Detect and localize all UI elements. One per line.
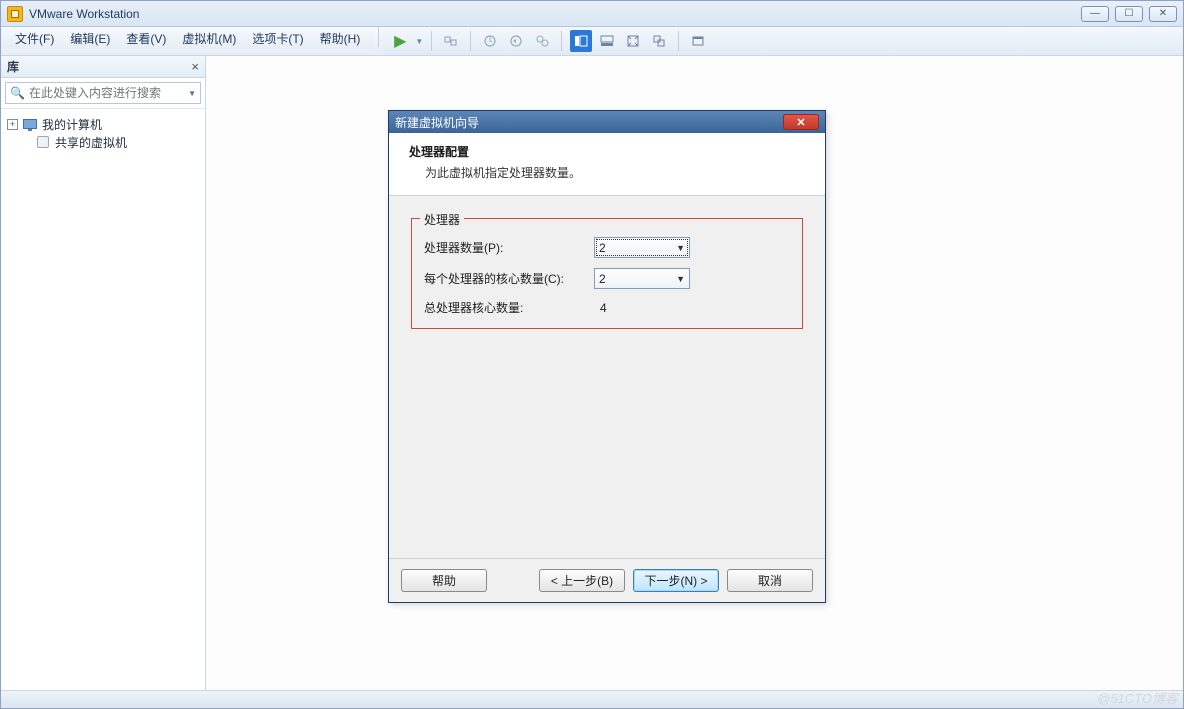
back-button[interactable]: < 上一步(B) bbox=[539, 569, 625, 592]
computer-icon bbox=[22, 118, 38, 130]
library-title: 库 bbox=[7, 58, 19, 75]
row-cores-per-processor: 每个处理器的核心数量(C): 2 ▼ bbox=[424, 268, 790, 289]
search-input[interactable] bbox=[29, 86, 184, 100]
power-on-icon[interactable]: ▶ bbox=[389, 30, 411, 52]
dialog-close-button[interactable]: ✕ bbox=[783, 114, 819, 130]
dialog-title: 新建虚拟机向导 bbox=[395, 114, 479, 131]
status-bar bbox=[1, 690, 1183, 708]
menu-vm[interactable]: 虚拟机(M) bbox=[174, 28, 244, 49]
dialog-footer: 帮助 < 上一步(B) 下一步(N) > 取消 bbox=[389, 558, 825, 602]
tree-label: 共享的虚拟机 bbox=[55, 134, 127, 151]
search-icon: 🔍 bbox=[10, 86, 25, 100]
next-button[interactable]: 下一步(N) > bbox=[633, 569, 719, 592]
menu-tabs[interactable]: 选项卡(T) bbox=[244, 28, 311, 49]
dialog-title-bar: 新建虚拟机向导 ✕ bbox=[389, 111, 825, 133]
menu-file[interactable]: 文件(F) bbox=[7, 28, 62, 49]
menu-help[interactable]: 帮助(H) bbox=[312, 28, 369, 49]
shared-vm-icon bbox=[35, 136, 51, 148]
power-dropdown-icon[interactable]: ▼ bbox=[415, 37, 423, 46]
row-total-cores: 总处理器核心数量: 4 bbox=[424, 299, 790, 316]
processor-count-select[interactable]: 2 ▼ bbox=[594, 237, 690, 258]
help-button[interactable]: 帮助 bbox=[401, 569, 487, 592]
dialog-header-title: 处理器配置 bbox=[409, 143, 809, 160]
processor-count-value: 2 bbox=[599, 241, 676, 255]
console-view-icon[interactable] bbox=[687, 30, 709, 52]
title-bar: VMware Workstation — ☐ ✕ bbox=[1, 1, 1183, 27]
search-dropdown-icon[interactable]: ▼ bbox=[188, 89, 196, 98]
snapshot-manager-icon[interactable] bbox=[531, 30, 553, 52]
expand-icon[interactable]: + bbox=[7, 119, 18, 130]
snapshot-take-icon[interactable] bbox=[479, 30, 501, 52]
library-header: 库 × bbox=[1, 56, 205, 78]
dialog-header-subtitle: 为此虚拟机指定处理器数量。 bbox=[409, 164, 809, 181]
view-thumbnail-bottom-icon[interactable] bbox=[596, 30, 618, 52]
tree-node-my-computer[interactable]: + 我的计算机 bbox=[5, 115, 201, 133]
cores-per-processor-value: 2 bbox=[599, 272, 676, 286]
chevron-down-icon: ▼ bbox=[676, 243, 685, 253]
total-cores-value: 4 bbox=[594, 301, 607, 315]
cores-per-processor-select[interactable]: 2 ▼ bbox=[594, 268, 690, 289]
library-sidebar: 库 × 🔍 ▼ + 我的计算机 共享的虚拟机 bbox=[1, 56, 206, 690]
unity-icon[interactable] bbox=[648, 30, 670, 52]
menu-view[interactable]: 查看(V) bbox=[118, 28, 174, 49]
library-search[interactable]: 🔍 ▼ bbox=[5, 82, 201, 104]
processor-group-label: 处理器 bbox=[420, 211, 464, 228]
total-cores-label: 总处理器核心数量: bbox=[424, 299, 594, 316]
library-close-icon[interactable]: × bbox=[191, 59, 199, 74]
view-thumbnail-left-icon[interactable] bbox=[570, 30, 592, 52]
dialog-header: 处理器配置 为此虚拟机指定处理器数量。 bbox=[389, 133, 825, 196]
fullscreen-icon[interactable] bbox=[622, 30, 644, 52]
row-processor-count: 处理器数量(P): 2 ▼ bbox=[424, 237, 790, 258]
snapshot-revert-icon[interactable] bbox=[505, 30, 527, 52]
cancel-button[interactable]: 取消 bbox=[727, 569, 813, 592]
send-ctrl-alt-del-icon[interactable] bbox=[440, 30, 462, 52]
library-tree: + 我的计算机 共享的虚拟机 bbox=[1, 109, 205, 157]
minimize-button[interactable]: — bbox=[1081, 6, 1109, 22]
cores-per-processor-label: 每个处理器的核心数量(C): bbox=[424, 270, 594, 287]
tree-label: 我的计算机 bbox=[42, 116, 102, 133]
processor-group: 处理器 处理器数量(P): 2 ▼ 每个处理器的核心数量(C): 2 ▼ 总处理… bbox=[411, 218, 803, 329]
tree-node-shared-vm[interactable]: 共享的虚拟机 bbox=[5, 133, 201, 151]
vmware-icon bbox=[7, 6, 23, 22]
dialog-body: 处理器 处理器数量(P): 2 ▼ 每个处理器的核心数量(C): 2 ▼ 总处理… bbox=[389, 196, 825, 558]
menu-edit[interactable]: 编辑(E) bbox=[62, 28, 118, 49]
window-title: VMware Workstation bbox=[29, 7, 139, 21]
maximize-button[interactable]: ☐ bbox=[1115, 6, 1143, 22]
chevron-down-icon: ▼ bbox=[676, 274, 685, 284]
processor-count-label: 处理器数量(P): bbox=[424, 239, 594, 256]
close-button[interactable]: ✕ bbox=[1149, 6, 1177, 22]
new-vm-wizard-dialog: 新建虚拟机向导 ✕ 处理器配置 为此虚拟机指定处理器数量。 处理器 处理器数量(… bbox=[388, 110, 826, 603]
